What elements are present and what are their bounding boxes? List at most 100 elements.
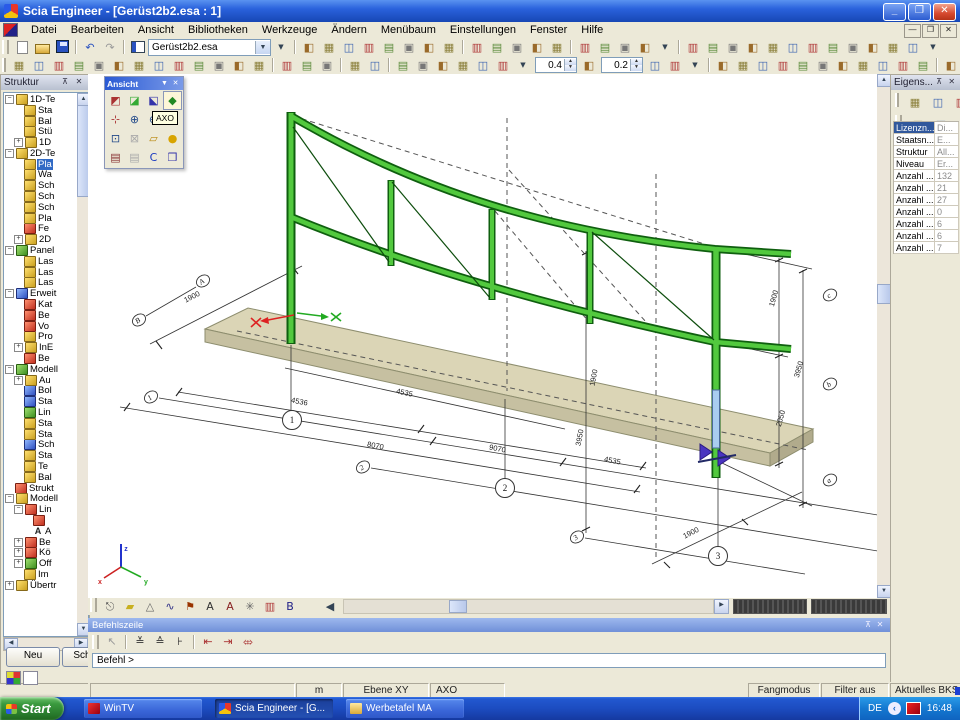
camera-off-icon[interactable]: ▤ (125, 148, 144, 167)
table-grid-icon[interactable]: ◫ (473, 56, 493, 74)
zoom-all-icon[interactable]: ⊡ (106, 129, 125, 148)
clip-icon[interactable]: ⎋ (100, 598, 120, 616)
tree-item-sta[interactable]: Sta (5, 450, 75, 461)
tree-item-las[interactable]: Las (5, 267, 75, 278)
window-icon[interactable] (23, 671, 38, 685)
layers-folder-icon[interactable]: ▱ (144, 129, 163, 148)
tree-item-übertr[interactable]: +Übertr (5, 580, 75, 591)
toolbar-grip[interactable] (2, 40, 9, 54)
support-9-icon[interactable]: ◫ (873, 56, 893, 74)
property-row[interactable]: Anzahl ...6 (894, 218, 959, 230)
property-row[interactable]: Anzahl ...21 (894, 182, 959, 194)
tree-item-fe[interactable]: Fe (5, 224, 75, 235)
ansicht-toolbar-header[interactable]: Ansicht ▼ ✕ (105, 77, 183, 90)
menu-hilfe[interactable]: Hilfe (574, 23, 610, 37)
tree-item-lin[interactable]: Lin (5, 407, 75, 418)
layout-panel-icon[interactable] (128, 38, 148, 56)
status-view[interactable]: AXO (430, 683, 505, 698)
menu-bibliotheken[interactable]: Bibliotheken (181, 23, 255, 37)
redo-icon[interactable]: ↷ (100, 38, 120, 56)
menu-ansicht[interactable]: Ansicht (131, 23, 181, 37)
pin-icon[interactable]: ⊼ (58, 76, 72, 89)
collapse-icon[interactable]: − (14, 505, 23, 514)
track-x3-icon[interactable]: ⤄ (238, 633, 258, 651)
zoom-in-icon[interactable]: ⊕ (125, 110, 144, 129)
tree-item-bal[interactable]: Bal (5, 472, 75, 483)
trim-beam-icon[interactable]: ◧ (109, 56, 129, 74)
dropdown-arrow-icon[interactable]: ▼ (655, 38, 675, 56)
toolbar-grip[interactable] (895, 93, 899, 107)
gallery-book2-icon[interactable]: ▥ (260, 598, 280, 616)
tree-item-pla[interactable]: Pla (5, 159, 75, 170)
depth-slider-1[interactable] (733, 599, 807, 614)
status-filter[interactable]: Filter aus (821, 683, 889, 698)
support-11-icon[interactable]: ▤ (913, 56, 933, 74)
property-row[interactable]: StrukturAll... (894, 146, 959, 158)
scroll-up-icon[interactable]: ▲ (877, 74, 891, 87)
window-1-icon[interactable]: ◧ (941, 56, 960, 74)
snap-step-spinner[interactable]: 0.4▲▼ (535, 57, 577, 73)
units-mmcm-icon[interactable]: ◧ (299, 38, 319, 56)
tree-item-off[interactable]: +Off (5, 558, 75, 569)
tree-item-sch[interactable]: Sch (5, 191, 75, 202)
point-grid-icon[interactable]: ▣ (615, 38, 635, 56)
property-row[interactable]: NiveauEr... (894, 158, 959, 170)
command-input[interactable]: Befehl > (92, 653, 886, 668)
property-row[interactable]: Anzahl ...132 (894, 170, 959, 182)
section-5-icon[interactable]: ▦ (763, 38, 783, 56)
snap-line-icon[interactable]: ≚ (130, 633, 150, 651)
section-3-icon[interactable]: ▣ (723, 38, 743, 56)
align-beam-icon[interactable]: ▥ (169, 56, 189, 74)
tree-item-bal[interactable]: Bal (5, 116, 75, 127)
actions-va-icon[interactable]: ◫ (928, 93, 948, 111)
property-row[interactable]: Lizenzn...Di... (894, 122, 959, 134)
support-4-icon[interactable]: ▥ (773, 56, 793, 74)
collapse-icon[interactable]: − (5, 494, 14, 503)
chevron-down-icon[interactable]: ▼ (255, 41, 270, 54)
section-6-icon[interactable]: ◫ (783, 38, 803, 56)
restore-button[interactable]: ❐ (908, 3, 931, 21)
link-nodes-icon[interactable]: ▦ (345, 56, 365, 74)
clip-xy-icon[interactable]: ▥ (359, 38, 379, 56)
tree-item-bol[interactable]: Bol (5, 386, 75, 397)
status-plane[interactable]: Ebene XY (343, 683, 429, 698)
label-abc-icon[interactable]: A (200, 598, 220, 616)
pointer-icon[interactable]: ↖ (102, 633, 122, 651)
snap-mid-icon[interactable]: ≙ (150, 633, 170, 651)
tree-item-glyph[interactable] (5, 515, 75, 526)
tree-item-modell[interactable]: −Modell (5, 364, 75, 375)
toolbar-grip[interactable] (2, 58, 6, 72)
filter-bar-icon[interactable]: ▦ (905, 93, 925, 111)
mdi-restore-button[interactable]: ❐ (922, 24, 939, 38)
toolbar-grip[interactable] (90, 598, 97, 612)
section-7-icon[interactable]: ▥ (803, 38, 823, 56)
ruler-set-icon[interactable]: ▥ (665, 56, 685, 74)
grid-step-spinner[interactable]: 0.2▲▼ (601, 57, 643, 73)
expand-icon[interactable]: + (14, 376, 23, 385)
taskbar-task-3[interactable]: Werbetafel MA (346, 699, 464, 718)
notebook-icon[interactable]: ▤ (379, 38, 399, 56)
tree-item-erweit[interactable]: −Erweit (5, 288, 75, 299)
section-12-icon[interactable]: ◫ (903, 38, 923, 56)
table-gray-icon[interactable]: ▦ (453, 56, 473, 74)
tree-item-a[interactable]: AA (5, 526, 75, 537)
menu-werkzeuge[interactable]: Werkzeuge (255, 23, 324, 37)
tree-item-lin[interactable]: −Lin (5, 504, 75, 515)
tree-item-sta[interactable]: Sta (5, 429, 75, 440)
support-1-icon[interactable]: ◧ (713, 56, 733, 74)
connect-member-icon[interactable]: ▤ (297, 56, 317, 74)
support-10-icon[interactable]: ▥ (893, 56, 913, 74)
scroll-down-icon[interactable]: ▼ (877, 585, 891, 598)
move-beam-icon[interactable]: ◫ (29, 56, 49, 74)
table-edit-icon[interactable]: ◧ (433, 56, 453, 74)
property-row[interactable]: Anzahl ...7 (894, 242, 959, 254)
expand-icon[interactable]: + (14, 559, 23, 568)
taskbar-task-2[interactable]: Scia Engineer - [G... (215, 699, 333, 718)
neu-button[interactable]: Neu (6, 647, 60, 667)
lamp-icon[interactable]: ● (163, 129, 182, 148)
grid-off-icon[interactable]: ◫ (645, 56, 665, 74)
rotate-beam-icon[interactable]: ▤ (69, 56, 89, 74)
axis-star-icon[interactable]: ✳ (240, 598, 260, 616)
tree-item-sta[interactable]: Sta (5, 418, 75, 429)
h-scroll-thumb[interactable] (449, 600, 467, 613)
